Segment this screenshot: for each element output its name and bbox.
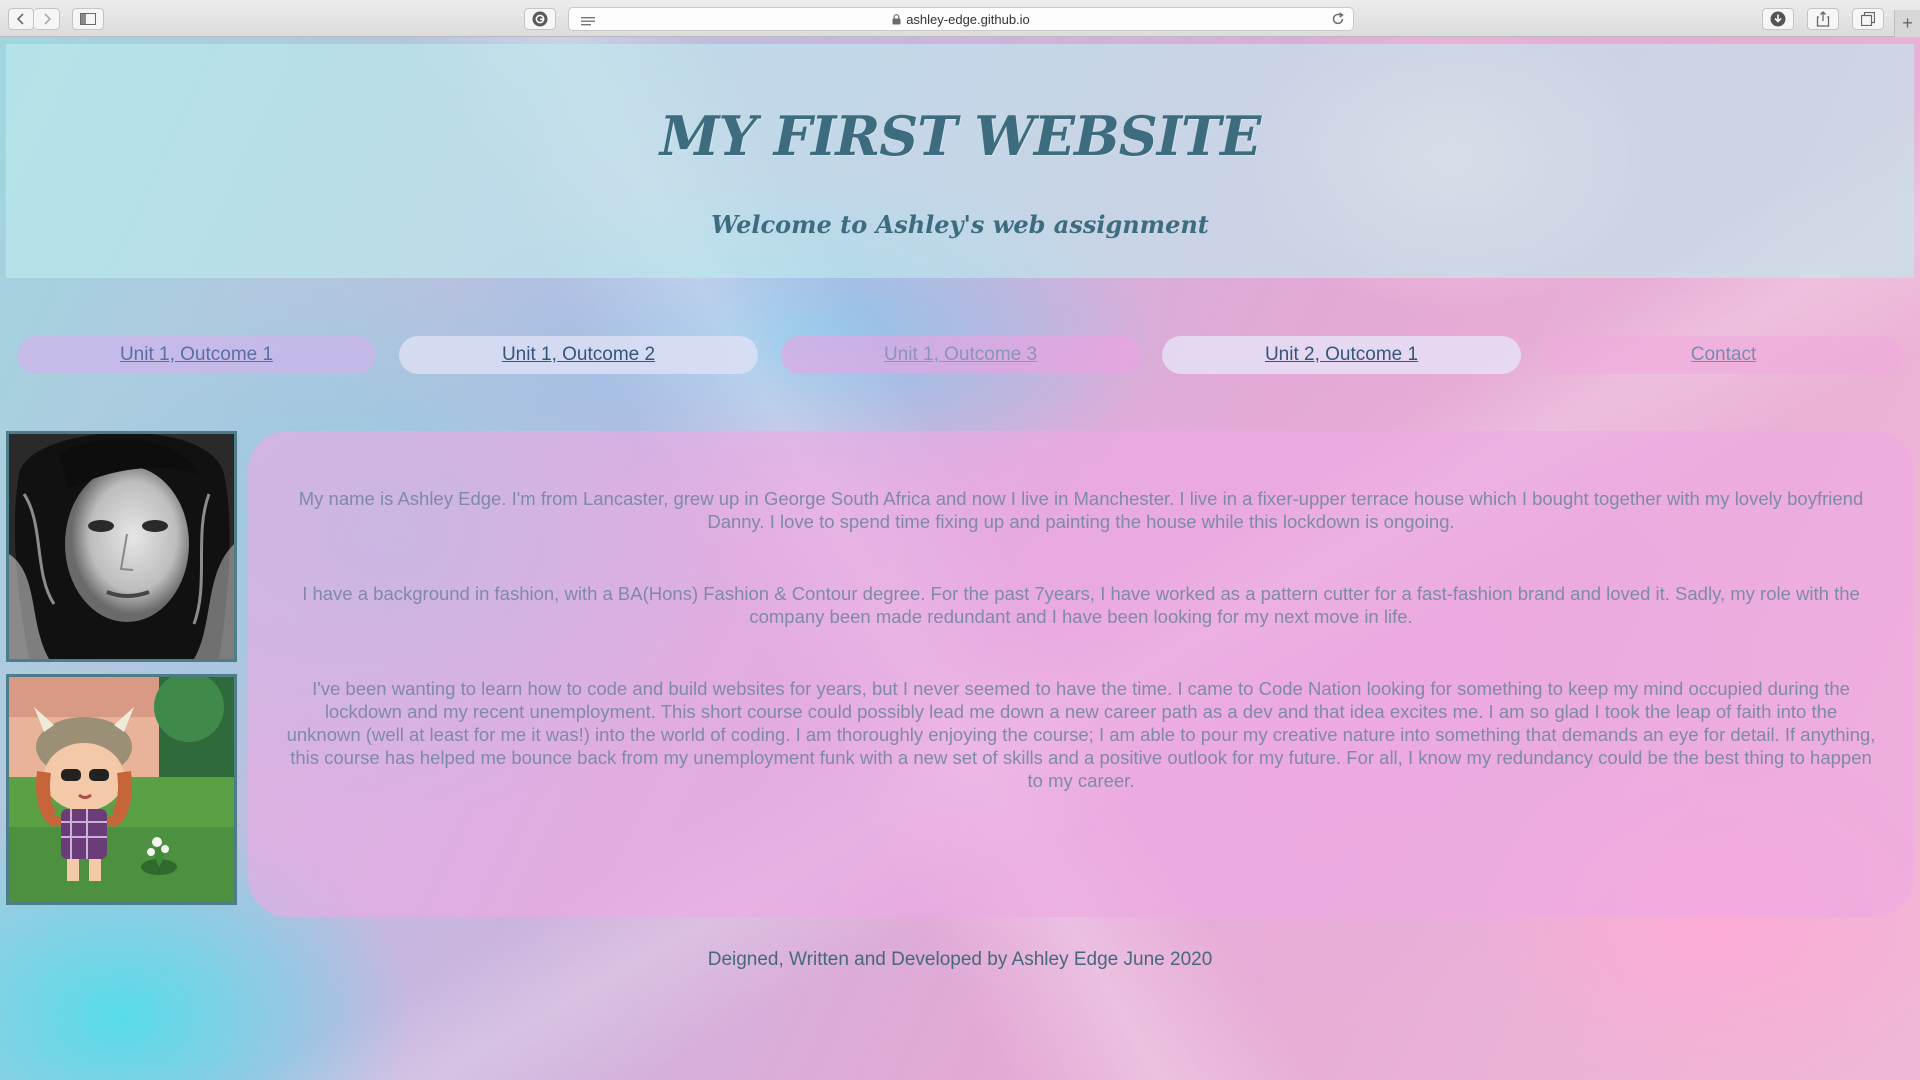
browser-toolbar: ashley-edge.github.io + [0, 0, 1920, 37]
site-subtitle: Welcome to Ashley's web assignment [711, 210, 1209, 239]
reload-icon[interactable] [1331, 12, 1345, 31]
extension-button[interactable] [524, 8, 556, 30]
grammarly-icon [532, 11, 548, 27]
tabs-icon [1861, 12, 1875, 26]
about-paragraph: I have a background in fashion, with a B… [302, 583, 1860, 627]
tabs-overview-button[interactable] [1852, 8, 1884, 30]
nav-link-contact[interactable]: Contact [1544, 336, 1903, 374]
forward-button[interactable] [34, 8, 60, 30]
site-title: MY FIRST WEBSITE [659, 104, 1262, 168]
nav-link-unit1-outcome2[interactable]: Unit 1, Outcome 2 [399, 336, 758, 374]
download-icon [1770, 11, 1786, 27]
address-bar[interactable]: ashley-edge.github.io [568, 7, 1354, 31]
reader-icon[interactable] [581, 14, 595, 32]
nav-link-unit2-outcome1[interactable]: Unit 2, Outcome 1 [1162, 336, 1521, 374]
about-paragraph: My name is Ashley Edge. I'm from Lancast… [298, 488, 1864, 532]
site-header: MY FIRST WEBSITE Welcome to Ashley's web… [6, 44, 1914, 278]
about-paragraph: I've been wanting to learn how to code a… [286, 678, 1876, 791]
chevron-right-icon [43, 13, 51, 25]
sidebar-toggle-button[interactable] [72, 8, 104, 30]
site-footer: Deigned, Written and Developed by Ashley… [707, 949, 1213, 970]
url-text: ashley-edge.github.io [906, 11, 1030, 27]
portrait-photo [6, 431, 237, 662]
lock-icon [892, 13, 901, 24]
nav-link-unit1-outcome1[interactable]: Unit 1, Outcome 1 [17, 336, 376, 374]
main-nav: Unit 1, Outcome 1 Unit 1, Outcome 2 Unit… [17, 336, 1905, 374]
new-tab-button[interactable]: + [1894, 10, 1920, 37]
avatar-photo [6, 674, 237, 905]
chevron-left-icon [16, 13, 24, 25]
share-icon [1816, 11, 1830, 27]
nav-link-unit1-outcome3[interactable]: Unit 1, Outcome 3 [781, 336, 1140, 374]
about-content-card: My name is Ashley Edge. I'm from Lancast… [248, 431, 1914, 917]
share-button[interactable] [1807, 8, 1839, 30]
downloads-button[interactable] [1762, 8, 1794, 30]
back-button[interactable] [8, 8, 34, 30]
sidebar-icon [80, 13, 96, 25]
plus-icon: + [1902, 13, 1913, 33]
page-background: MY FIRST WEBSITE Welcome to Ashley's web… [0, 37, 1920, 1080]
